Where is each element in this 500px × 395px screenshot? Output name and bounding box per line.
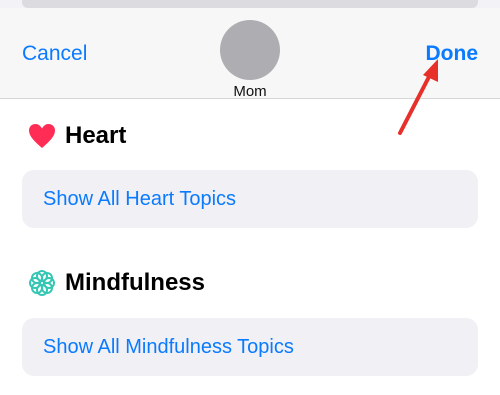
show-all-heart-topics-link[interactable]: Show All Heart Topics [43, 188, 236, 211]
section-heart-header: Heart [28, 121, 126, 151]
avatar[interactable] [220, 20, 280, 80]
section-title: Mindfulness [65, 269, 206, 296]
annotation-arrow [398, 59, 438, 135]
heart-icon [29, 124, 55, 148]
section-mindfulness-header: Mindfulness [28, 268, 205, 298]
show-all-heart-topics-card[interactable]: Show All Heart Topics [22, 170, 478, 228]
profile-name: Mom [233, 83, 267, 100]
cancel-button[interactable]: Cancel [22, 42, 87, 66]
show-all-mindfulness-topics-card[interactable]: Show All Mindfulness Topics [22, 318, 478, 376]
show-all-mindfulness-topics-link[interactable]: Show All Mindfulness Topics [43, 336, 294, 359]
sheet-background-edge [22, 0, 478, 8]
section-title: Heart [65, 122, 127, 149]
mindfulness-icon [29, 270, 55, 296]
